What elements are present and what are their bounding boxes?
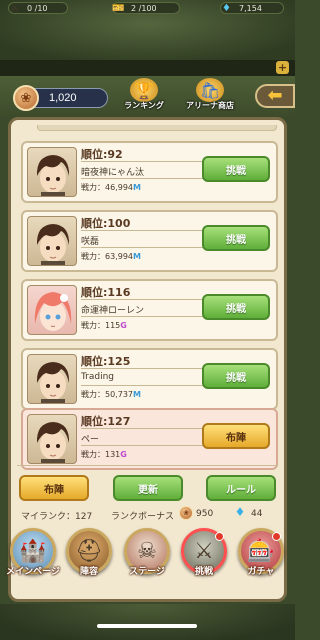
player-name: Trading [81, 372, 115, 382]
ticket-counter: 🎫 2 /100 [112, 2, 180, 14]
divider [81, 230, 211, 231]
player-name: ペー [81, 435, 100, 445]
ticket-icon: 🎫 [112, 3, 125, 14]
notification-dot [272, 532, 281, 541]
power-unit: G [120, 321, 127, 330]
rank-label: 順位:92 [81, 148, 123, 161]
challenge-button[interactable]: 挑戦 [202, 156, 270, 182]
power-value: 46,994 [105, 183, 133, 192]
avatar [27, 285, 77, 335]
opponent-list[interactable]: 順位:92 暗夜神にゃん汰 戦力：46,994M 挑戦 順位:100 咲磊 戦力… [17, 125, 278, 475]
divider [81, 161, 211, 162]
player-name: 命運神ローレン [81, 306, 145, 316]
trophy-icon: 🏆 [130, 78, 158, 102]
power-label: 戦力：50,737M [81, 389, 141, 400]
rank-label: 順位:127 [81, 415, 131, 428]
power-label: 戦力：63,994M [81, 251, 141, 262]
sword-icon: ⚔ [10, 3, 19, 14]
divider [81, 368, 211, 369]
nav-stage[interactable]: ☠ ステージ [120, 528, 174, 586]
power-prefix: 戦力： [81, 390, 105, 399]
power-label: 戦力：46,994M [81, 182, 141, 193]
diamond-icon: ♦ [234, 505, 246, 519]
power-unit: G [120, 450, 127, 459]
back-arrow-icon: ⬅ [267, 85, 283, 106]
avatar [27, 354, 77, 404]
power-value: 115 [105, 321, 121, 330]
power-prefix: 戦力： [81, 321, 105, 330]
list-top-edge [37, 125, 277, 131]
bonus-gems-value: 44 [251, 509, 263, 519]
power-label: 戦力：131G [81, 449, 127, 460]
ranking-button[interactable]: 🏆 ランキング [116, 78, 172, 114]
rules-button[interactable]: ルール [206, 475, 276, 501]
power-unit: M [133, 183, 141, 192]
panel-divider [17, 465, 278, 466]
divider [81, 385, 211, 386]
power-value: 63,994 [105, 252, 133, 261]
refresh-button[interactable]: 更新 [113, 475, 183, 501]
divider [81, 445, 211, 446]
opponent-card: 順位:100 咲磊 戦力：63,994M 挑戦 [21, 210, 278, 272]
add-gems-button[interactable]: + [276, 61, 289, 74]
notification-dot [215, 532, 224, 541]
my-rank-label: マイランク：127 [21, 512, 93, 522]
nav-challenge[interactable]: ⚔ 挑戦 [177, 528, 231, 586]
rank-bonus-label: ランクボーナス [111, 512, 175, 522]
avatar [27, 414, 77, 464]
opponent-card: 順位:125 Trading 戦力：50,737M 挑戦 [21, 348, 278, 410]
power-prefix: 戦力： [81, 450, 105, 459]
challenge-button[interactable]: 挑戦 [202, 294, 270, 320]
arena-points-value: 1,020 [49, 92, 77, 104]
divider [81, 247, 211, 248]
power-value: 131 [105, 450, 121, 459]
rank-label: 順位:116 [81, 286, 131, 299]
challenge-button[interactable]: 挑戦 [202, 225, 270, 251]
divider [81, 299, 211, 300]
divider [81, 178, 211, 179]
nav-formation[interactable]: ⛑ 陣容 [62, 528, 116, 586]
challenge-button[interactable]: 挑戦 [202, 363, 270, 389]
player-name: 咲磊 [81, 237, 100, 247]
power-label: 戦力：115G [81, 320, 127, 331]
self-card: 順位:127 ペー 戦力：131G 布陣 [21, 408, 278, 470]
arena-medal-icon: ❀ [13, 85, 39, 111]
opponent-card: 順位:92 暗夜神にゃん汰 戦力：46,994M 挑戦 [21, 141, 278, 203]
gem-counter: ♦ 7,154 [220, 2, 284, 14]
bottom-nav: 🏰 メインページ ⛑ 陣容 ☠ ステージ ⚔ 挑戦 🎰 ガチャ [0, 528, 295, 586]
formation-button[interactable]: 布陣 [19, 475, 89, 501]
nav-gacha[interactable]: 🎰 ガチャ [234, 528, 288, 586]
home-indicator[interactable] [97, 624, 197, 628]
power-value: 50,737 [105, 390, 133, 399]
arena-shop-button[interactable]: 🛍 アリーナ商店 [182, 78, 238, 114]
back-button[interactable]: ⬅ [255, 84, 295, 108]
stamina-counter: ⚔ 0 /10 [8, 2, 68, 14]
power-prefix: 戦力： [81, 183, 105, 192]
power-unit: M [133, 252, 141, 261]
resource-bar [0, 60, 295, 76]
nav-main-page[interactable]: 🏰 メインページ [6, 528, 60, 586]
bottom-background [0, 604, 295, 640]
rank-label: 順位:100 [81, 217, 131, 230]
avatar [27, 147, 77, 197]
divider [81, 316, 211, 317]
avatar [27, 216, 77, 266]
bonus-points-value: 950 [196, 509, 214, 519]
power-unit: M [133, 390, 141, 399]
formation-card-button[interactable]: 布陣 [202, 423, 270, 449]
divider [81, 428, 211, 429]
player-name: 暗夜神にゃん汰 [81, 168, 145, 178]
power-prefix: 戦力： [81, 252, 105, 261]
rank-label: 順位:125 [81, 355, 131, 368]
arena-medal-icon: ❀ [179, 506, 193, 520]
shop-icon: 🛍 [196, 78, 224, 102]
diamond-icon: ♦ [222, 3, 231, 14]
opponent-card: 順位:116 命運神ローレン 戦力：115G 挑戦 [21, 279, 278, 341]
